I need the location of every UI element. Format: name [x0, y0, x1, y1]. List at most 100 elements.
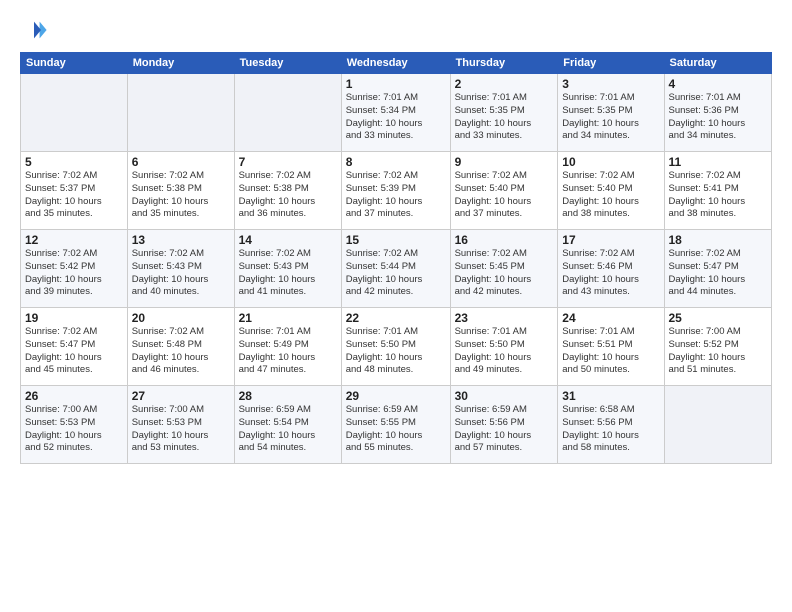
day-info: Sunrise: 7:02 AMSunset: 5:44 PMDaylight:… — [346, 248, 446, 299]
day-info: Sunrise: 7:00 AMSunset: 5:52 PMDaylight:… — [669, 326, 768, 377]
weekday-header-monday: Monday — [127, 53, 234, 74]
calendar-cell: 24Sunrise: 7:01 AMSunset: 5:51 PMDayligh… — [558, 308, 664, 386]
weekday-header-sunday: Sunday — [21, 53, 128, 74]
day-number: 28 — [239, 389, 337, 403]
calendar-week-row: 5Sunrise: 7:02 AMSunset: 5:37 PMDaylight… — [21, 152, 772, 230]
page: SundayMondayTuesdayWednesdayThursdayFrid… — [0, 0, 792, 612]
day-info: Sunrise: 7:02 AMSunset: 5:43 PMDaylight:… — [239, 248, 337, 299]
calendar-cell — [664, 386, 772, 464]
logo-icon — [20, 16, 48, 44]
calendar-cell: 18Sunrise: 7:02 AMSunset: 5:47 PMDayligh… — [664, 230, 772, 308]
day-info: Sunrise: 7:01 AMSunset: 5:35 PMDaylight:… — [455, 92, 554, 143]
day-info: Sunrise: 7:02 AMSunset: 5:38 PMDaylight:… — [239, 170, 337, 221]
calendar-cell: 14Sunrise: 7:02 AMSunset: 5:43 PMDayligh… — [234, 230, 341, 308]
day-info: Sunrise: 6:59 AMSunset: 5:54 PMDaylight:… — [239, 404, 337, 455]
calendar-cell: 4Sunrise: 7:01 AMSunset: 5:36 PMDaylight… — [664, 74, 772, 152]
day-number: 4 — [669, 77, 768, 91]
day-number: 24 — [562, 311, 659, 325]
weekday-header-row: SundayMondayTuesdayWednesdayThursdayFrid… — [21, 53, 772, 74]
calendar-cell: 13Sunrise: 7:02 AMSunset: 5:43 PMDayligh… — [127, 230, 234, 308]
day-info: Sunrise: 7:02 AMSunset: 5:42 PMDaylight:… — [25, 248, 123, 299]
day-info: Sunrise: 7:01 AMSunset: 5:36 PMDaylight:… — [669, 92, 768, 143]
calendar-cell: 17Sunrise: 7:02 AMSunset: 5:46 PMDayligh… — [558, 230, 664, 308]
calendar-cell: 29Sunrise: 6:59 AMSunset: 5:55 PMDayligh… — [341, 386, 450, 464]
calendar-cell: 2Sunrise: 7:01 AMSunset: 5:35 PMDaylight… — [450, 74, 558, 152]
day-number: 12 — [25, 233, 123, 247]
day-info: Sunrise: 7:01 AMSunset: 5:35 PMDaylight:… — [562, 92, 659, 143]
calendar-cell: 6Sunrise: 7:02 AMSunset: 5:38 PMDaylight… — [127, 152, 234, 230]
day-number: 23 — [455, 311, 554, 325]
calendar-cell — [234, 74, 341, 152]
calendar-cell: 10Sunrise: 7:02 AMSunset: 5:40 PMDayligh… — [558, 152, 664, 230]
day-number: 11 — [669, 155, 768, 169]
day-info: Sunrise: 6:59 AMSunset: 5:55 PMDaylight:… — [346, 404, 446, 455]
day-number: 3 — [562, 77, 659, 91]
calendar-cell: 16Sunrise: 7:02 AMSunset: 5:45 PMDayligh… — [450, 230, 558, 308]
calendar-cell: 9Sunrise: 7:02 AMSunset: 5:40 PMDaylight… — [450, 152, 558, 230]
day-number: 30 — [455, 389, 554, 403]
day-info: Sunrise: 7:02 AMSunset: 5:40 PMDaylight:… — [562, 170, 659, 221]
day-info: Sunrise: 6:59 AMSunset: 5:56 PMDaylight:… — [455, 404, 554, 455]
calendar-cell: 25Sunrise: 7:00 AMSunset: 5:52 PMDayligh… — [664, 308, 772, 386]
day-info: Sunrise: 7:02 AMSunset: 5:43 PMDaylight:… — [132, 248, 230, 299]
day-info: Sunrise: 7:02 AMSunset: 5:46 PMDaylight:… — [562, 248, 659, 299]
calendar-cell: 8Sunrise: 7:02 AMSunset: 5:39 PMDaylight… — [341, 152, 450, 230]
day-number: 6 — [132, 155, 230, 169]
calendar-cell: 26Sunrise: 7:00 AMSunset: 5:53 PMDayligh… — [21, 386, 128, 464]
day-number: 13 — [132, 233, 230, 247]
weekday-header-tuesday: Tuesday — [234, 53, 341, 74]
calendar-cell: 5Sunrise: 7:02 AMSunset: 5:37 PMDaylight… — [21, 152, 128, 230]
day-number: 21 — [239, 311, 337, 325]
day-number: 26 — [25, 389, 123, 403]
logo — [20, 16, 52, 44]
calendar-week-row: 12Sunrise: 7:02 AMSunset: 5:42 PMDayligh… — [21, 230, 772, 308]
calendar-cell: 19Sunrise: 7:02 AMSunset: 5:47 PMDayligh… — [21, 308, 128, 386]
calendar-cell: 22Sunrise: 7:01 AMSunset: 5:50 PMDayligh… — [341, 308, 450, 386]
calendar-cell: 30Sunrise: 6:59 AMSunset: 5:56 PMDayligh… — [450, 386, 558, 464]
day-info: Sunrise: 7:02 AMSunset: 5:39 PMDaylight:… — [346, 170, 446, 221]
calendar-week-row: 26Sunrise: 7:00 AMSunset: 5:53 PMDayligh… — [21, 386, 772, 464]
calendar-cell: 15Sunrise: 7:02 AMSunset: 5:44 PMDayligh… — [341, 230, 450, 308]
day-number: 31 — [562, 389, 659, 403]
calendar-cell: 12Sunrise: 7:02 AMSunset: 5:42 PMDayligh… — [21, 230, 128, 308]
day-info: Sunrise: 7:02 AMSunset: 5:40 PMDaylight:… — [455, 170, 554, 221]
day-info: Sunrise: 7:00 AMSunset: 5:53 PMDaylight:… — [132, 404, 230, 455]
day-info: Sunrise: 7:02 AMSunset: 5:38 PMDaylight:… — [132, 170, 230, 221]
day-number: 19 — [25, 311, 123, 325]
calendar-week-row: 1Sunrise: 7:01 AMSunset: 5:34 PMDaylight… — [21, 74, 772, 152]
calendar-cell: 27Sunrise: 7:00 AMSunset: 5:53 PMDayligh… — [127, 386, 234, 464]
day-number: 2 — [455, 77, 554, 91]
day-number: 29 — [346, 389, 446, 403]
day-number: 20 — [132, 311, 230, 325]
calendar-cell: 7Sunrise: 7:02 AMSunset: 5:38 PMDaylight… — [234, 152, 341, 230]
day-number: 14 — [239, 233, 337, 247]
day-info: Sunrise: 7:01 AMSunset: 5:50 PMDaylight:… — [346, 326, 446, 377]
day-number: 16 — [455, 233, 554, 247]
weekday-header-wednesday: Wednesday — [341, 53, 450, 74]
calendar-cell: 31Sunrise: 6:58 AMSunset: 5:56 PMDayligh… — [558, 386, 664, 464]
calendar-cell: 1Sunrise: 7:01 AMSunset: 5:34 PMDaylight… — [341, 74, 450, 152]
day-number: 18 — [669, 233, 768, 247]
day-number: 9 — [455, 155, 554, 169]
calendar-cell: 3Sunrise: 7:01 AMSunset: 5:35 PMDaylight… — [558, 74, 664, 152]
calendar-cell: 11Sunrise: 7:02 AMSunset: 5:41 PMDayligh… — [664, 152, 772, 230]
calendar-cell: 20Sunrise: 7:02 AMSunset: 5:48 PMDayligh… — [127, 308, 234, 386]
calendar-cell: 28Sunrise: 6:59 AMSunset: 5:54 PMDayligh… — [234, 386, 341, 464]
day-number: 1 — [346, 77, 446, 91]
day-number: 17 — [562, 233, 659, 247]
day-number: 5 — [25, 155, 123, 169]
day-number: 27 — [132, 389, 230, 403]
day-info: Sunrise: 7:02 AMSunset: 5:48 PMDaylight:… — [132, 326, 230, 377]
calendar-week-row: 19Sunrise: 7:02 AMSunset: 5:47 PMDayligh… — [21, 308, 772, 386]
day-info: Sunrise: 7:02 AMSunset: 5:47 PMDaylight:… — [25, 326, 123, 377]
header — [20, 16, 772, 44]
day-info: Sunrise: 7:02 AMSunset: 5:47 PMDaylight:… — [669, 248, 768, 299]
weekday-header-friday: Friday — [558, 53, 664, 74]
day-info: Sunrise: 7:01 AMSunset: 5:51 PMDaylight:… — [562, 326, 659, 377]
day-number: 25 — [669, 311, 768, 325]
day-info: Sunrise: 7:00 AMSunset: 5:53 PMDaylight:… — [25, 404, 123, 455]
calendar-cell — [21, 74, 128, 152]
day-info: Sunrise: 7:01 AMSunset: 5:50 PMDaylight:… — [455, 326, 554, 377]
weekday-header-thursday: Thursday — [450, 53, 558, 74]
day-info: Sunrise: 7:02 AMSunset: 5:41 PMDaylight:… — [669, 170, 768, 221]
